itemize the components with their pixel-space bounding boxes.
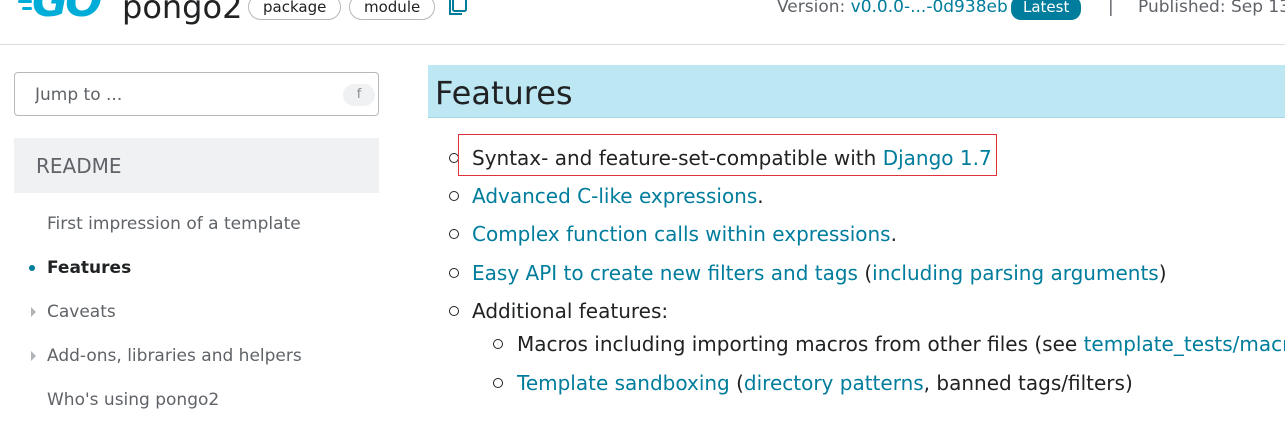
bullet-circle-icon [493,339,503,349]
paren-open: ( [729,371,744,395]
copy-path-icon[interactable] [448,0,468,16]
directory-patterns-link[interactable]: directory patterns [744,371,924,395]
macro-template-link[interactable]: template_tests/macro.tpl [1084,332,1285,356]
toc-item-label: First impression of a template [47,214,301,234]
go-logo[interactable]: GO [18,0,118,26]
paren-close: ) [1158,261,1167,285]
function-calls-link[interactable]: Complex function calls within expression… [472,222,891,246]
bullet-circle-icon [449,268,459,278]
feature-item-function-calls: Complex function calls within expression… [472,220,897,248]
feature-item-django: Syntax- and feature-set-compatible with … [472,144,992,172]
readme-nav-header[interactable]: README [14,138,379,193]
template-sandboxing-link[interactable]: Template sandboxing [517,371,730,395]
toc-item-whos-using[interactable]: Who's using pongo2 [0,385,400,415]
feature-item-additional: Additional features: [472,297,668,325]
toc-item-label: Features [47,258,132,278]
bullet-circle-icon [449,191,459,201]
django-link[interactable]: Django 1.7 [883,146,992,170]
features-section-header: Features [428,65,1285,118]
bullet-circle-icon [449,153,459,163]
active-dot-icon [29,265,35,271]
header-separator: | [1108,0,1114,17]
feature-item-expressions: Advanced C-like expressions. [472,182,764,210]
toc-item-features[interactable]: Features [0,253,400,283]
bullet-circle-icon [449,306,459,316]
toc-item-label: Caveats [47,302,116,322]
parsing-arguments-link[interactable]: including parsing arguments [872,261,1159,285]
paren-open: ( [857,261,873,285]
toc-item-label: Who's using pongo2 [47,390,220,410]
latest-badge[interactable]: Latest [1011,0,1082,20]
feature-text: Macros including importing macros from o… [517,332,1084,356]
feature-suffix: , banned tags/filters) [923,371,1133,395]
bullet-circle-icon [449,229,459,239]
toc-item-first-impression[interactable]: First impression of a template [0,209,400,239]
feature-text: Additional features: [472,299,669,323]
toc-item-label: Add-ons, libraries and helpers [47,346,302,366]
site-header: GO pongo2 package module Version: v0.0.0… [0,0,1285,45]
subfeature-item-sandboxing: Template sandboxing (directory patterns,… [517,369,1133,397]
package-chip: package [248,0,342,20]
bullet-circle-icon [493,378,503,388]
expand-caret-icon[interactable] [31,307,36,317]
go-logo-text: GO [32,0,103,27]
feature-suffix: . [890,222,897,246]
feature-item-api: Easy API to create new filters and tags … [472,259,1167,287]
filters-tags-api-link[interactable]: Easy API to create new filters and tags [472,261,858,285]
section-title: Features [435,74,573,112]
c-like-expressions-link[interactable]: Advanced C-like expressions [472,184,757,208]
toc-item-addons[interactable]: Add-ons, libraries and helpers [0,341,400,371]
toc-item-caveats[interactable]: Caveats [0,297,400,327]
published-date: Published: Sep 13 [1138,0,1285,17]
jump-to-input[interactable] [35,83,315,107]
feature-suffix: . [757,184,764,208]
module-chip: module [349,0,436,20]
version-label: Version: [777,0,846,17]
feature-text: Syntax- and feature-set-compatible with [472,146,883,170]
shortcut-key-badge: f [343,84,375,106]
version-value-link[interactable]: v0.0.0-...-0d938eb [851,0,1008,17]
subfeature-item-macros: Macros including importing macros from o… [517,330,1285,358]
expand-caret-icon[interactable] [31,351,36,361]
jump-to-search[interactable]: f [14,72,379,116]
package-title: pongo2 [122,0,243,26]
version-info: Version: v0.0.0-...-0d938eb [777,0,1008,18]
readme-label: README [36,154,122,178]
